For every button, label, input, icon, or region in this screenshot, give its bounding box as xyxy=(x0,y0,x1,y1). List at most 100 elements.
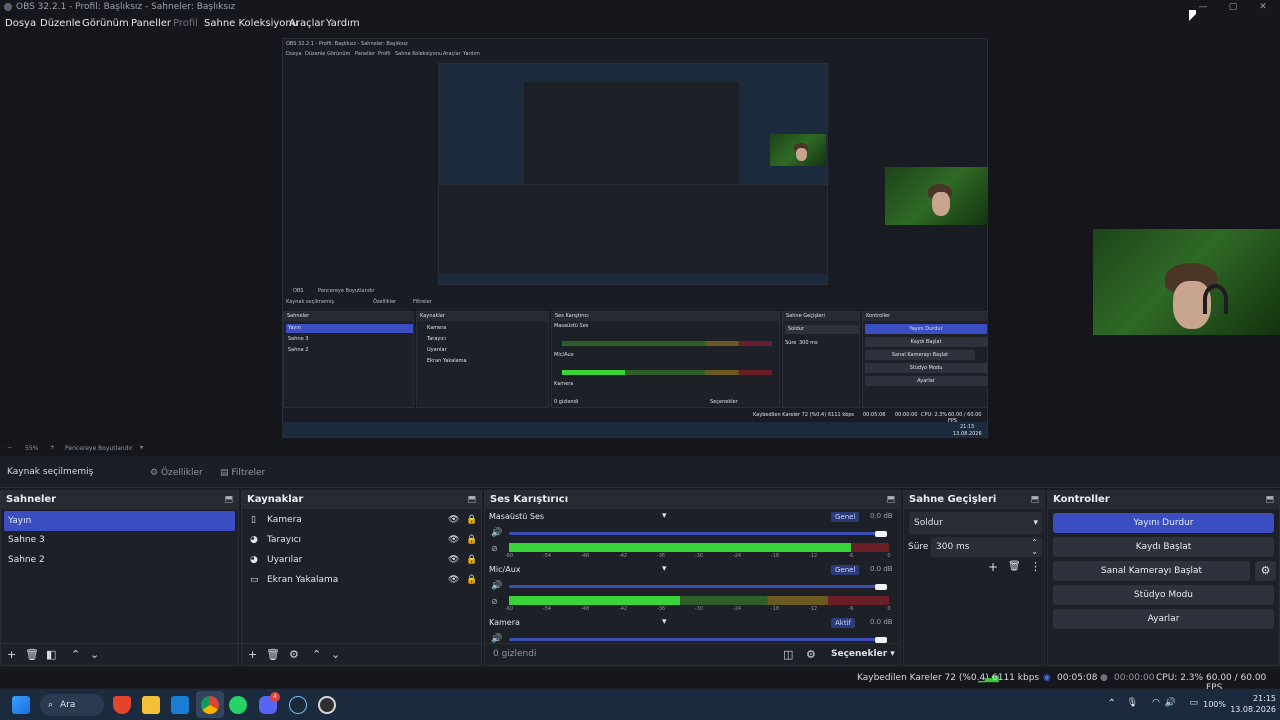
chevron-down-icon: ▾ xyxy=(1033,518,1038,528)
advanced-audio-icon[interactable]: ⚙ xyxy=(806,648,816,661)
options-button[interactable]: Seçenekler ▾ xyxy=(831,649,895,659)
nested-properties: Özellikler xyxy=(373,299,397,305)
float-dock-icon[interactable]: ⬒ xyxy=(467,491,476,509)
gear-icon[interactable]: ⚙ xyxy=(1255,561,1276,581)
close-icon[interactable]: ✕ xyxy=(1248,0,1278,14)
mixer-badge[interactable]: Genel xyxy=(831,512,860,522)
speaker-icon[interactable]: 🔊 xyxy=(491,581,502,591)
volume-knob[interactable] xyxy=(875,531,887,537)
zoom-in-icon[interactable]: + xyxy=(50,444,55,451)
volume-slider[interactable] xyxy=(509,585,887,588)
audio-meter xyxy=(509,596,889,605)
whatsapp-icon[interactable] xyxy=(229,696,247,714)
eye-icon[interactable]: 👁 xyxy=(448,550,459,570)
transition-select[interactable]: Soldur ▾ xyxy=(909,512,1042,534)
volume-knob[interactable] xyxy=(875,584,887,590)
gear-icon[interactable]: ⚙ xyxy=(289,648,299,661)
trash-icon[interactable]: 🗑 xyxy=(1008,561,1021,572)
float-dock-icon[interactable]: ⬒ xyxy=(886,491,895,509)
float-dock-icon[interactable]: ⬒ xyxy=(1030,491,1039,509)
chevron-down-icon[interactable]: ▾ xyxy=(140,444,143,451)
mouse-cursor xyxy=(1189,10,1196,21)
menu-edit[interactable]: Düzenle xyxy=(40,18,81,29)
steam-icon[interactable] xyxy=(289,696,307,714)
add-icon[interactable]: + xyxy=(988,560,998,574)
trash-icon[interactable]: 🗑 xyxy=(25,648,39,661)
settings-button[interactable]: Ayarlar xyxy=(1053,609,1274,629)
start-recording-button[interactable]: Kaydı Başlat xyxy=(1053,537,1274,557)
nested-control-button: Ayarlar xyxy=(865,376,987,386)
obs-icon[interactable] xyxy=(318,696,336,714)
move-down-icon[interactable]: ⌄ xyxy=(90,648,99,661)
move-up-icon[interactable]: ⌃ xyxy=(312,648,321,661)
chrome-icon[interactable] xyxy=(201,696,219,714)
menu-view[interactable]: Görünüm xyxy=(82,18,129,29)
volume-slider[interactable] xyxy=(509,638,887,641)
clock-date[interactable]: 13.08.2026 xyxy=(1230,704,1276,715)
lock-icon[interactable]: 🔒 xyxy=(466,550,477,570)
eye-icon[interactable]: 👁 xyxy=(448,570,459,590)
add-icon[interactable]: + xyxy=(248,648,257,661)
maximize-icon[interactable]: ▢ xyxy=(1218,0,1248,14)
search-box[interactable]: ⌕ Ara xyxy=(40,694,104,716)
battery-icon[interactable]: ▭ xyxy=(1189,698,1198,709)
folder-icon[interactable] xyxy=(142,696,160,714)
chevron-down-icon[interactable]: ▾ xyxy=(662,511,667,521)
scene-item[interactable]: Sahne 2 xyxy=(4,550,235,570)
brave-icon[interactable] xyxy=(113,696,131,714)
chevron-down-icon[interactable]: ▾ xyxy=(662,564,667,574)
scene-item[interactable]: Sahne 3 xyxy=(4,530,235,550)
speaker-icon[interactable]: 🔊 xyxy=(491,528,502,538)
outlook-icon[interactable] xyxy=(171,696,189,714)
menu-tools[interactable]: Araçlar xyxy=(289,18,325,29)
clock-time[interactable]: 21:15 xyxy=(1230,693,1276,704)
scene-item[interactable]: Yayın xyxy=(4,511,235,531)
eye-icon[interactable]: 👁 xyxy=(448,510,459,530)
mixer-badge[interactable]: Aktif xyxy=(831,618,855,628)
trash-icon[interactable]: 🗑 xyxy=(266,648,280,661)
chevron-up-icon[interactable]: ⌃ xyxy=(1108,698,1116,709)
lock-icon[interactable]: 🔒 xyxy=(466,530,477,550)
menu-docks[interactable]: Paneller xyxy=(131,18,171,29)
start-virtual-camera-button[interactable]: Sanal Kamerayı Başlat xyxy=(1053,561,1250,581)
layout-icon[interactable]: ◫ xyxy=(783,648,793,661)
duration-input[interactable]: 300 ms ⌃ ⌄ xyxy=(931,537,1042,557)
menu-file[interactable]: Dosya xyxy=(5,18,36,29)
chevron-down-icon[interactable]: ▾ xyxy=(662,617,667,627)
mic-icon[interactable]: 🎙 xyxy=(1127,698,1138,709)
stepper-down-icon[interactable]: ⌄ xyxy=(1031,542,1038,562)
wifi-icon[interactable]: ◠ xyxy=(1152,698,1160,709)
menu-scene-collection[interactable]: Sahne Koleksiyonu xyxy=(204,18,298,29)
studio-mode-button[interactable]: Stüdyo Modu xyxy=(1053,585,1274,605)
volume-icon[interactable]: 🔊 xyxy=(1165,698,1176,709)
add-icon[interactable]: + xyxy=(7,648,16,661)
lock-icon[interactable]: 🔒 xyxy=(466,570,477,590)
filters-button[interactable]: ▤ Filtreler xyxy=(216,464,268,482)
source-item[interactable]: ◕ Uyarılar 👁 🔒 xyxy=(245,550,478,570)
mixer-badge[interactable]: Genel xyxy=(831,565,860,575)
start-icon[interactable] xyxy=(12,696,30,714)
move-down-icon[interactable]: ⌄ xyxy=(331,648,340,661)
meter-tick-label: -18 xyxy=(770,553,780,559)
monitor-off-icon[interactable]: ⊘ xyxy=(491,597,498,606)
monitor-off-icon[interactable]: ⊘ xyxy=(491,544,498,553)
menu-profile[interactable]: Profil xyxy=(173,18,198,29)
zoom-out-icon[interactable]: − xyxy=(7,444,12,451)
properties-button[interactable]: ⚙ Özellikler xyxy=(146,464,206,482)
zoom-bar: − 55% + Pencereye Boyutlandır ▾ xyxy=(0,444,1280,456)
lock-icon[interactable]: 🔒 xyxy=(466,510,477,530)
source-item[interactable]: ▯ Kamera 👁 🔒 xyxy=(245,510,478,530)
fit-to-window-label[interactable]: Pencereye Boyutlandır xyxy=(65,445,133,452)
more-options-icon[interactable]: ⋮ xyxy=(1030,560,1041,573)
filter-icon[interactable]: ◧ xyxy=(46,648,56,661)
float-dock-icon[interactable]: ⬒ xyxy=(1265,491,1274,509)
eye-icon[interactable]: 👁 xyxy=(448,530,459,550)
float-dock-icon[interactable]: ⬒ xyxy=(224,491,233,509)
volume-slider[interactable] xyxy=(509,532,887,535)
source-item[interactable]: ◕ Tarayıcı 👁 🔒 xyxy=(245,530,478,550)
move-up-icon[interactable]: ⌃ xyxy=(71,648,80,661)
source-item[interactable]: ▭ Ekran Yakalama 👁 🔒 xyxy=(245,570,478,590)
stop-streaming-button[interactable]: Yayını Durdur xyxy=(1053,513,1274,533)
nested-menu-tools: Araçlar xyxy=(443,51,461,57)
menu-help[interactable]: Yardım xyxy=(326,18,360,29)
